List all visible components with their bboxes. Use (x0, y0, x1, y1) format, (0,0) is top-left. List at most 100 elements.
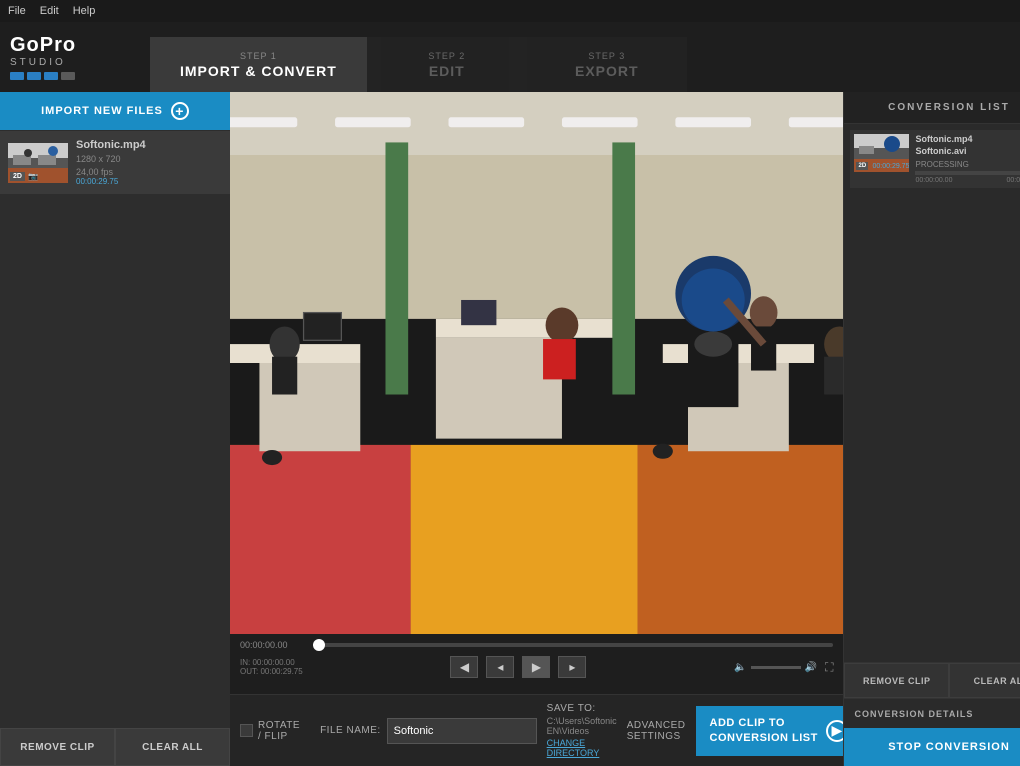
rotate-checkbox[interactable] (240, 724, 253, 737)
conv-info: Softonic.mp4 Softonic.avi PROCESSING 0% … (915, 134, 1020, 184)
step3-label: EXPORT (575, 63, 639, 79)
conv-progress-area: PROCESSING 0% (915, 160, 1020, 175)
logo-dot-1 (10, 72, 24, 80)
menu-edit[interactable]: Edit (40, 5, 59, 17)
file-duration: 00:00:29.75 (76, 177, 222, 186)
logo-dot-3 (44, 72, 58, 80)
conv-badge: 2D (856, 162, 868, 170)
file-thumbnail: 2D 📷 (8, 143, 68, 183)
in-out-area: IN: 00:00:00.00 OUT: 00:00:29.75 (240, 658, 303, 676)
steps-area: STEP 1 IMPORT & CONVERT STEP 2 EDIT STEP… (150, 22, 1010, 92)
add-clip-to-conversion-list-button[interactable]: ADD CLIP TO CONVERSION LIST ▶ (696, 706, 862, 756)
fullscreen-button[interactable]: ⛶ (825, 660, 833, 675)
file-fps: 24,00 fps (76, 167, 222, 177)
tab-import-convert[interactable]: STEP 1 IMPORT & CONVERT (150, 37, 367, 92)
rotate-label: ROTATE / FLIP (258, 720, 300, 742)
conversion-list-header: CONVERSION LIST (844, 92, 1020, 124)
menu-bar: File Edit Help (0, 0, 1020, 22)
step2-num: STEP 2 (428, 51, 465, 61)
volume-slider[interactable] (751, 666, 801, 669)
conv-progress-label: PROCESSING 0% (915, 160, 1020, 169)
remove-clip-button-right[interactable]: REMOVE CLIP (844, 663, 949, 698)
logo-dot-2 (27, 72, 41, 80)
stop-conversion-button[interactable]: STOP CONVERSION (844, 728, 1020, 766)
conv-progress-bar (915, 171, 1020, 175)
time-display: 00:00:00.00 (240, 640, 305, 650)
conversion-list-title: CONVERSION LIST (888, 102, 1010, 113)
add-clip-line2: CONVERSION LIST (710, 731, 818, 745)
timeline-track[interactable] (313, 643, 833, 647)
video-controls: 00:00:00.00 IN: 00:00:00.00 OUT: 00:00:2… (230, 634, 843, 694)
conversion-details-header: CONVERSION DETAILS ▲ (844, 698, 1020, 728)
logo-dot-4 (61, 72, 75, 80)
stop-conversion-label: STOP CONVERSION (888, 741, 1010, 753)
step1-label: IMPORT & CONVERT (180, 63, 337, 79)
conversion-item[interactable]: 2D 00:00:29.75 Softonic.mp4 Softonic.avi… (850, 130, 1020, 188)
conv-times: 00:00:00.00 00:00:29.75 (915, 177, 1020, 184)
prev-clip-button[interactable]: ◂ (486, 656, 514, 678)
bottom-controls: ROTATE / FLIP FILE NAME: SAVE TO: C:\Use… (230, 694, 843, 766)
timeline-thumb[interactable] (313, 639, 325, 651)
logo-dots (10, 72, 130, 80)
thumb-overlay: 2D 📷 (10, 172, 38, 181)
filename-area: FILE NAME: (320, 718, 537, 744)
file-item[interactable]: 2D 📷 Softonic.mp4 1280 x 720 24,00 fps 0… (0, 131, 230, 194)
control-buttons: IN: 00:00:00.00 OUT: 00:00:29.75 ◀ ◂ ▶ ▸… (240, 656, 833, 678)
saveto-label: SAVE TO: (547, 703, 617, 714)
plus-icon: + (171, 102, 189, 120)
conv-time-end: 00:00:29.75 (1007, 177, 1020, 184)
volume-icon: 🔈 (734, 662, 746, 673)
conv-thumb-duration: 00:00:29.75 (872, 163, 909, 170)
in-point: IN: 00:00:00.00 (240, 658, 303, 667)
file-name: Softonic.mp4 (76, 139, 222, 151)
prev-frame-button[interactable]: ◀ (450, 656, 478, 678)
import-new-files-button[interactable]: IMPORT NEW FILES + (0, 92, 230, 130)
volume-high-icon: 🔊 (805, 662, 817, 673)
remove-clip-button-left[interactable]: REMOVE CLIP (0, 728, 115, 766)
out-point: OUT: 00:00:29.75 (240, 667, 303, 676)
conversion-details-label: CONVERSION DETAILS (854, 709, 973, 719)
video-placeholder (230, 92, 843, 634)
badge-2d: 2D (10, 172, 25, 181)
step3-num: STEP 3 (588, 51, 625, 61)
filename-label: FILE NAME: (320, 725, 381, 736)
right-middle-buttons: REMOVE CLIP CLEAR ALL (844, 662, 1020, 698)
clear-all-button-right[interactable]: CLEAR ALL (949, 663, 1020, 698)
conversion-list-items: 2D 00:00:29.75 Softonic.mp4 Softonic.avi… (844, 124, 1020, 662)
menu-help[interactable]: Help (73, 5, 96, 17)
tab-export[interactable]: STEP 3 EXPORT (527, 37, 687, 92)
filename-input[interactable] (387, 718, 537, 744)
conv-filename-top: Softonic.mp4 (915, 134, 1020, 146)
tab-edit[interactable]: STEP 2 EDIT (367, 37, 527, 92)
processing-label: PROCESSING (915, 160, 968, 169)
video-display (230, 92, 843, 634)
menu-file[interactable]: File (8, 5, 26, 17)
change-directory-link[interactable]: CHANGE DIRECTORY (547, 738, 617, 758)
step1-num: STEP 1 (240, 51, 277, 61)
next-clip-button[interactable]: ▸ (558, 656, 586, 678)
conv-filename-bot: Softonic.avi (915, 146, 1020, 158)
file-info: Softonic.mp4 1280 x 720 24,00 fps 00:00:… (76, 139, 222, 186)
center-area: 00:00:00.00 IN: 00:00:00.00 OUT: 00:00:2… (230, 92, 843, 766)
play-button[interactable]: ▶ (522, 656, 550, 678)
main-content: IMPORT NEW FILES + (0, 92, 1020, 766)
logo-sub: STUDIO (10, 57, 130, 68)
conv-thumbnail: 2D 00:00:29.75 (854, 134, 909, 172)
add-clip-line1: ADD CLIP TO (710, 716, 785, 730)
right-panel: CONVERSION LIST 2D 00:00:29.75 Softoni (843, 92, 1020, 766)
camera-icon: 📷 (28, 172, 38, 181)
timeline-bar: 00:00:00.00 (240, 638, 833, 652)
saveto-path: C:\Users\Softonic EN\Videos (547, 716, 617, 736)
left-bottom-buttons: REMOVE CLIP CLEAR ALL (0, 728, 230, 766)
rotate-checkbox-area: ROTATE / FLIP (240, 720, 300, 742)
file-list: 2D 📷 Softonic.mp4 1280 x 720 24,00 fps 0… (0, 130, 230, 728)
saveto-area: SAVE TO: C:\Users\Softonic EN\Videos CHA… (547, 703, 617, 758)
import-label: IMPORT NEW FILES (41, 105, 163, 117)
conv-time-start: 00:00:00.00 (915, 177, 952, 184)
file-resolution: 1280 x 720 (76, 154, 222, 164)
logo-area: GoPro STUDIO (10, 35, 130, 80)
advanced-settings-button[interactable]: ADVANCED SETTINGS (627, 720, 686, 742)
left-sidebar: IMPORT NEW FILES + (0, 92, 230, 766)
clear-all-button-left[interactable]: CLEAR ALL (115, 728, 230, 766)
header: GoPro STUDIO STEP 1 IMPORT & CONVERT STE… (0, 22, 1020, 92)
